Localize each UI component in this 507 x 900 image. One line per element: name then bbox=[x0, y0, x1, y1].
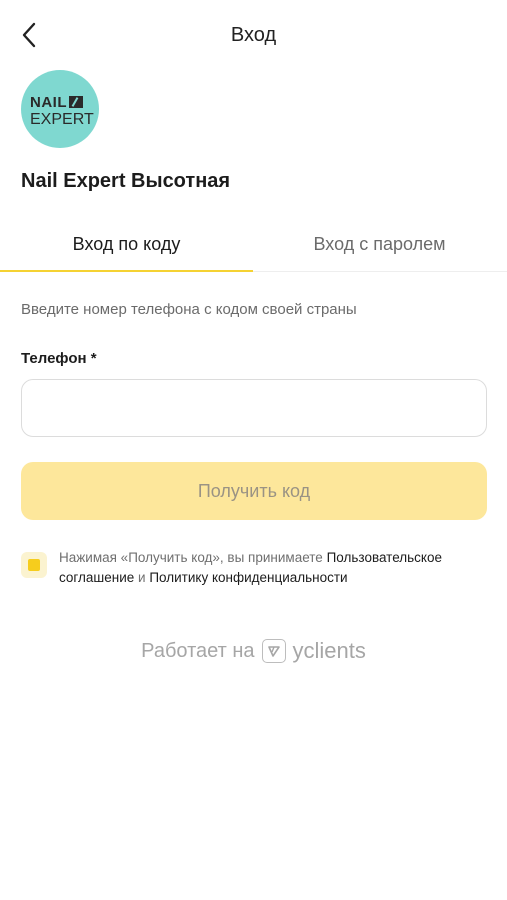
logo-mark-icon bbox=[69, 96, 83, 108]
consent-prefix: Нажимая «Получить код», вы принимаете bbox=[59, 550, 323, 565]
salon-name: Nail Expert Высотная bbox=[21, 170, 231, 192]
header: Вход bbox=[0, 0, 507, 70]
phone-label: Телефон * bbox=[21, 350, 97, 367]
consent-text: Нажимая «Получить код», вы принимаете По… bbox=[59, 548, 489, 588]
login-tabs: Вход по коду Вход с паролем bbox=[0, 222, 507, 272]
yclients-logo-icon bbox=[262, 639, 287, 663]
logo-line1: NAIL bbox=[30, 94, 67, 111]
tab-login-with-password[interactable]: Вход с паролем bbox=[253, 222, 506, 272]
powered-by-label: Работает на bbox=[141, 639, 255, 662]
consent-conjunction: и bbox=[138, 570, 146, 585]
powered-by: Работает на yclients bbox=[0, 638, 507, 664]
phone-input[interactable] bbox=[21, 379, 487, 437]
page-title: Вход bbox=[230, 24, 277, 46]
tab-login-by-code[interactable]: Вход по коду bbox=[0, 222, 253, 272]
phone-hint: Введите номер телефона с кодом своей стр… bbox=[21, 301, 357, 318]
logo-line2: EXPERT bbox=[30, 111, 94, 128]
checkbox-checked-icon bbox=[28, 559, 40, 571]
privacy-policy-link[interactable]: Политику конфиденциальности bbox=[149, 570, 347, 585]
salon-logo: NAIL EXPERT bbox=[21, 70, 99, 148]
get-code-button[interactable]: Получить код bbox=[21, 462, 487, 520]
consent-checkbox[interactable] bbox=[21, 552, 47, 578]
yclients-brand[interactable]: yclients bbox=[292, 638, 365, 664]
